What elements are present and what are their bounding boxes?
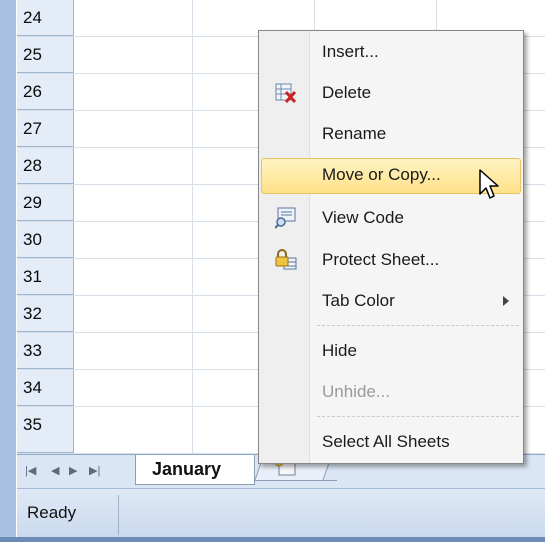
menu-item-view-code[interactable]: View Code [261,201,521,237]
menu-separator [317,416,519,417]
menu-item-label: Delete [322,83,372,102]
menu-item-label: Select All Sheets [322,432,450,451]
menu-item-label: Insert... [322,42,379,61]
status-bar: Ready [17,488,545,542]
mouse-pointer-icon [479,169,499,199]
menu-item-label: Tab Color [322,291,395,310]
submenu-arrow-icon [503,296,509,306]
menu-item-insert[interactable]: Insert... [261,35,521,71]
row-header[interactable]: 30 [17,222,74,258]
menu-item-label: Unhide... [322,382,391,401]
last-sheet-icon[interactable]: ▶| [89,464,100,477]
row-header[interactable]: 29 [17,185,74,221]
view-code-icon [275,207,296,229]
menu-item-delete[interactable]: Delete [261,76,521,112]
row-header[interactable]: 35 [17,407,74,453]
delete-sheet-icon [275,83,297,104]
menu-item-label: Hide [322,341,357,360]
row-header[interactable]: 25 [17,37,74,73]
row-header[interactable]: 32 [17,296,74,332]
menu-item-hide[interactable]: Hide [261,334,521,370]
row-header[interactable]: 27 [17,111,74,147]
previous-sheet-icon[interactable]: ◀ [51,464,59,477]
menu-separator [317,325,519,326]
menu-item-label: Move or Copy... [322,165,441,184]
menu-item-tab-color[interactable]: Tab Color [261,284,521,320]
sheet-tab-context-menu: Insert... Delete Rename Move or Copy... … [258,30,524,464]
status-text: Ready [27,503,77,522]
row-header[interactable]: 33 [17,333,74,369]
row-header[interactable]: 31 [17,259,74,295]
first-sheet-icon[interactable]: |◀ [25,464,36,477]
menu-item-protect-sheet[interactable]: Protect Sheet... [261,243,521,279]
row-header[interactable]: 28 [17,148,74,184]
menu-item-rename[interactable]: Rename [261,117,521,153]
menu-item-label: Protect Sheet... [322,250,440,269]
menu-item-unhide: Unhide... [261,375,521,411]
menu-item-select-all-sheets[interactable]: Select All Sheets [261,425,521,461]
menu-item-label: View Code [322,208,404,227]
next-sheet-icon[interactable]: ▶ [69,464,77,477]
status-divider [118,495,119,535]
row-header[interactable]: 34 [17,370,74,406]
menu-item-label: Rename [322,124,387,143]
protect-sheet-icon [275,249,297,270]
window-bottom-border [0,537,545,542]
row-header[interactable]: 24 [17,0,74,36]
sheet-tab-january[interactable]: January [135,455,255,485]
row-header[interactable]: 26 [17,74,74,110]
